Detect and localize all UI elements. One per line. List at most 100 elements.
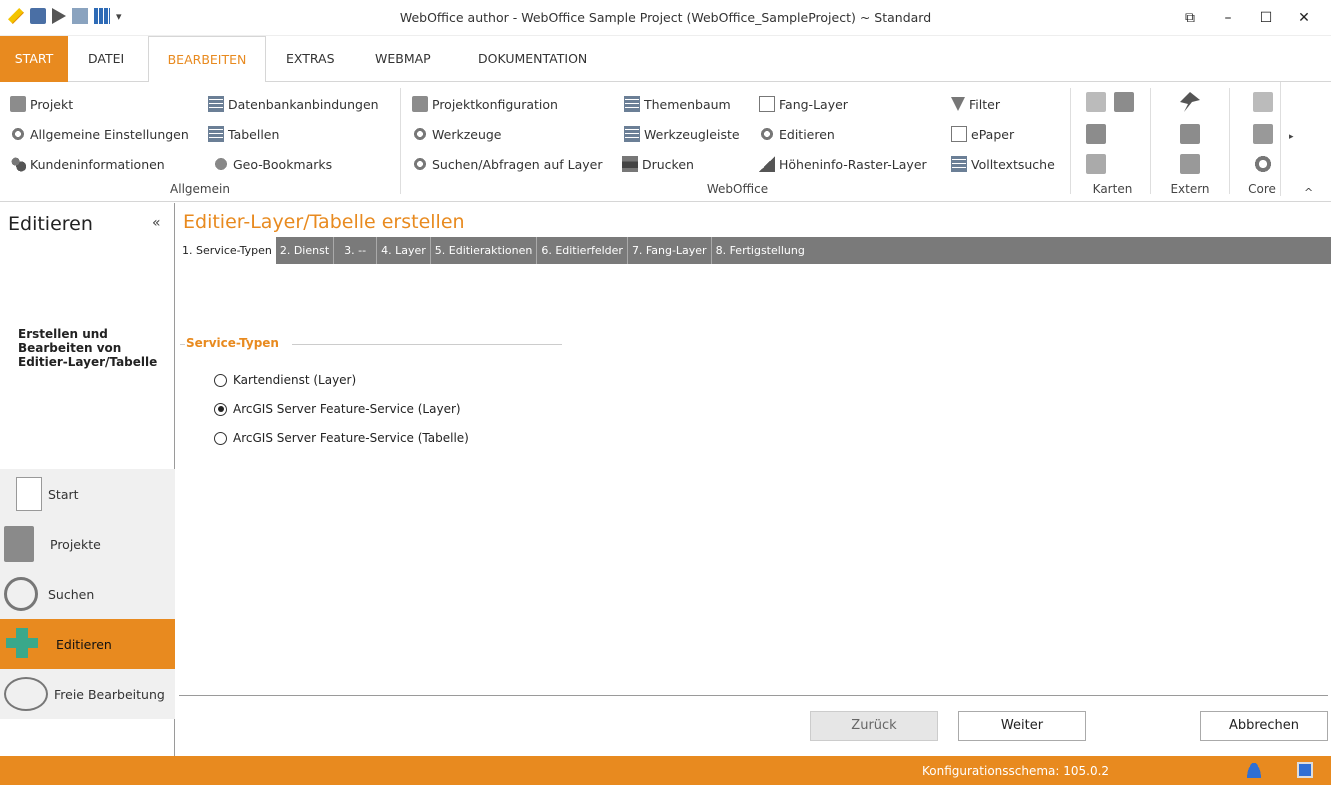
- window-controls: ⧉ – ☐ ✕: [1171, 6, 1323, 30]
- panel-description: Erstellen und Bearbeiten von Editier-Lay…: [18, 327, 158, 369]
- step-3[interactable]: 3. --: [334, 237, 378, 264]
- step-dienst[interactable]: 2. Dienst: [276, 237, 335, 264]
- next-button[interactable]: Weiter: [958, 711, 1086, 741]
- radio-feature-service-layer[interactable]: ArcGIS Server Feature-Service (Layer): [214, 402, 461, 416]
- restore-box-icon[interactable]: ⧉: [1171, 6, 1209, 30]
- footer-divider: [179, 695, 1328, 696]
- group-separator: [1150, 88, 1151, 194]
- fulltext-search-icon: [951, 156, 967, 172]
- maximize-button[interactable]: ☐: [1247, 6, 1285, 30]
- drucken-button[interactable]: Drucken: [622, 153, 694, 175]
- user-icon[interactable]: [1246, 762, 1262, 778]
- database-search-icon[interactable]: [1180, 154, 1200, 174]
- tab-datei[interactable]: DATEI: [78, 36, 134, 82]
- group-separator: [400, 88, 401, 194]
- page-title: Editier-Layer/Tabelle erstellen: [183, 211, 465, 233]
- back-button[interactable]: Zurück: [810, 711, 938, 741]
- location-icon[interactable]: [1180, 124, 1200, 144]
- step-fang-layer[interactable]: 7. Fang-Layer: [628, 237, 712, 264]
- suchen-abfragen-button[interactable]: Suchen/Abfragen auf Layer: [412, 153, 603, 175]
- geo-bookmarks-button[interactable]: Geo-Bookmarks: [213, 153, 332, 175]
- radio-kartendienst[interactable]: Kartendienst (Layer): [214, 373, 356, 387]
- ribbon-collapse-icon[interactable]: ^: [1304, 186, 1313, 199]
- project-icon: [10, 96, 26, 112]
- funnel-icon: [951, 97, 965, 111]
- tab-webmap[interactable]: WEBMAP: [365, 36, 441, 82]
- title-bar: ▾ WebOffice author - WebOffice Sample Pr…: [0, 0, 1331, 36]
- tab-extras[interactable]: EXTRAS: [276, 36, 345, 82]
- volltextsuche-button[interactable]: Volltextsuche: [951, 153, 1055, 175]
- radio-indicator[interactable]: [214, 373, 227, 387]
- tab-bearbeiten[interactable]: BEARBEITEN: [148, 36, 266, 83]
- pen-icon: [4, 677, 48, 711]
- config-icon: [412, 96, 428, 112]
- kundeninformationen-button[interactable]: Kundeninformationen: [10, 153, 165, 175]
- tabellen-button[interactable]: Tabellen: [208, 123, 279, 145]
- search-layer-icon: [412, 156, 428, 172]
- clock-icon[interactable]: [1253, 154, 1273, 174]
- tab-start[interactable]: START: [0, 36, 68, 82]
- toolbar-icon: [624, 126, 640, 142]
- map-layers-icon[interactable]: [1086, 124, 1106, 144]
- werkzeuge-button[interactable]: Werkzeuge: [412, 123, 502, 145]
- allgemeine-einstellungen-button[interactable]: Allgemeine Einstellungen: [10, 123, 189, 145]
- epaper-button[interactable]: ePaper: [951, 123, 1014, 145]
- document-icon: [759, 96, 775, 112]
- nav-item-freie-bearbeitung[interactable]: Freie Bearbeitung: [0, 669, 175, 719]
- hoeheninfo-raster-layer-button[interactable]: Höheninfo-Raster-Layer: [759, 153, 927, 175]
- editieren-button[interactable]: Editieren: [759, 123, 835, 145]
- step-editierfelder[interactable]: 6. Editierfelder: [537, 237, 628, 264]
- menu-tabs: START DATEI BEARBEITEN EXTRAS WEBMAP DOK…: [0, 36, 1331, 83]
- step-editieraktionen[interactable]: 5. Editieraktionen: [431, 237, 538, 264]
- group-label-extern: Extern: [1170, 182, 1210, 196]
- cancel-button[interactable]: Abbrechen: [1200, 711, 1328, 741]
- nav-item-start[interactable]: Start: [0, 469, 175, 519]
- nav-item-projekte[interactable]: Projekte: [0, 519, 175, 569]
- monitor-icon[interactable]: [1297, 762, 1313, 778]
- printer-icon: [622, 156, 638, 172]
- edit-arrows-icon: [759, 126, 775, 142]
- projektkonfiguration-button[interactable]: Projektkonfiguration: [412, 93, 558, 115]
- globe-icon: [213, 156, 229, 172]
- filter-button[interactable]: Filter: [951, 93, 1000, 115]
- tab-dokumentation[interactable]: DOKUMENTATION: [468, 36, 597, 82]
- step-service-typen[interactable]: 1. Service-Typen: [178, 237, 276, 264]
- raster-map-icon[interactable]: [1114, 92, 1134, 112]
- radio-indicator[interactable]: [214, 402, 227, 416]
- status-bar: Konfigurationsschema: 105.0.2: [0, 756, 1331, 785]
- group-separator: [1229, 88, 1230, 194]
- projekt-button[interactable]: Projekt: [10, 93, 73, 115]
- nav-item-suchen[interactable]: Suchen: [0, 569, 175, 619]
- step-fertigstellung[interactable]: 8. Fertigstellung: [712, 237, 809, 264]
- close-button[interactable]: ✕: [1285, 6, 1323, 30]
- datenbankanbindungen-button[interactable]: Datenbankanbindungen: [208, 93, 379, 115]
- magnifier-icon: [4, 577, 38, 611]
- group-separator: [1280, 82, 1281, 196]
- schema-version: Konfigurationsschema: 105.0.2: [922, 764, 1110, 778]
- window-icon[interactable]: [1253, 92, 1273, 112]
- mountain-icon: [759, 156, 775, 172]
- nav-item-editieren[interactable]: Editieren: [0, 619, 175, 669]
- map-overlay-icon[interactable]: [1086, 154, 1106, 174]
- group-separator: [1070, 88, 1071, 194]
- werkzeugleiste-button[interactable]: Werkzeugleiste: [624, 123, 740, 145]
- themenbaum-button[interactable]: Themenbaum: [624, 93, 731, 115]
- radio-feature-service-tabelle[interactable]: ArcGIS Server Feature-Service (Tabelle): [214, 431, 469, 445]
- notebook-icon: [4, 526, 34, 562]
- page-icon: [16, 477, 42, 511]
- minimize-button[interactable]: –: [1209, 6, 1247, 30]
- wizard-steps: 1. Service-Typen 2. Dienst 3. -- 4. Laye…: [178, 237, 1331, 264]
- collapse-panel-icon[interactable]: «: [152, 215, 161, 231]
- edit-arrows-icon: [2, 624, 46, 664]
- epaper-icon: [951, 126, 967, 142]
- pin-icon[interactable]: [1180, 92, 1200, 112]
- ribbon-scroll-right-icon[interactable]: ▸: [1289, 132, 1294, 142]
- step-layer[interactable]: 4. Layer: [377, 237, 431, 264]
- tools-icon: [412, 126, 428, 142]
- wrench-icon[interactable]: [1253, 124, 1273, 144]
- fieldset-border: [292, 344, 562, 345]
- radio-indicator[interactable]: [214, 431, 227, 445]
- text-map-icon[interactable]: [1086, 92, 1106, 112]
- window-title: WebOffice author - WebOffice Sample Proj…: [399, 10, 932, 25]
- fang-layer-button[interactable]: Fang-Layer: [759, 93, 848, 115]
